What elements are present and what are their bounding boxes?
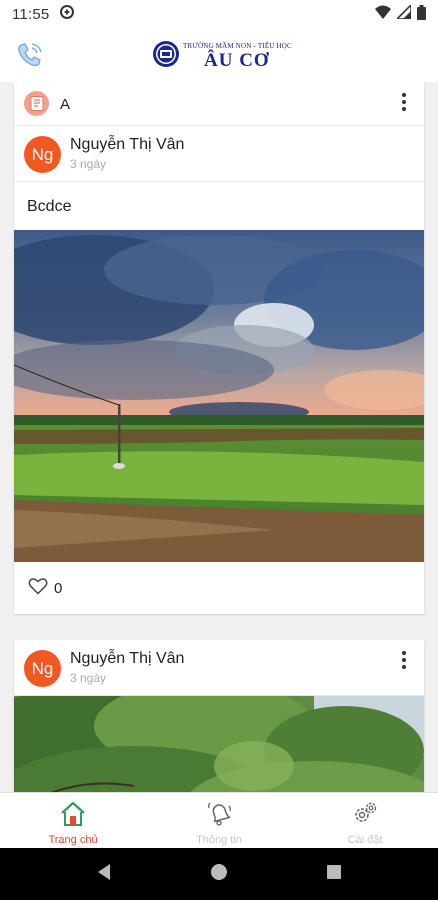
like-heart-icon[interactable] [28,577,48,600]
avatar[interactable]: Ng [24,650,61,687]
post-group-header: A [14,82,424,126]
post-card: A Ng Nguyễn Thị Vân 3 ngày Bcdce 0 [14,82,424,614]
nav-tab-info[interactable]: Thông tin [146,793,292,848]
gears-icon [351,800,379,828]
more-options-button[interactable] [394,646,414,674]
logo-title: ÂU CƠ [204,50,270,71]
status-time: 11:55 [12,5,50,23]
signal-icon [395,3,412,23]
author-name[interactable]: Nguyễn Thị Vân [70,136,184,154]
post-time: 3 ngày [70,157,107,171]
post-time: 3 ngày [70,671,107,685]
recents-icon[interactable] [326,864,342,885]
notebook-icon [24,91,49,116]
news-feed[interactable]: A Ng Nguyễn Thị Vân 3 ngày Bcdce 0 Ng Ng… [0,82,438,792]
post-photo[interactable] [14,696,424,792]
like-count: 0 [54,579,63,597]
system-nav-bar [0,848,438,900]
home-icon [59,800,87,828]
home-circle-icon[interactable] [210,863,228,886]
data-saver-icon [59,4,75,24]
post-author-row: Ng Nguyễn Thị Vân 3 ngày [14,126,424,182]
nav-label-settings: Cài đặt [347,834,383,846]
wifi-icon [375,5,391,23]
more-options-button[interactable] [394,88,414,116]
bell-icon [205,800,233,828]
avatar[interactable]: Ng [24,136,61,173]
author-name[interactable]: Nguyễn Thị Vân [70,650,184,668]
back-icon[interactable] [96,863,112,886]
nav-label-info: Thông tin [196,834,242,846]
bottom-nav: Trang chủ Thông tin Cài đặt [0,792,438,848]
app-header: TRƯỜNG MẦM NON - TIỂU HỌC ÂU CƠ [0,28,438,82]
group-name: A [60,96,71,113]
school-emblem-icon [153,41,179,67]
nav-tab-settings[interactable]: Cài đặt [292,793,438,848]
battery-icon [417,4,426,24]
school-logo: TRƯỜNG MẦM NON - TIỂU HỌC ÂU CƠ [152,38,292,78]
post-text: Bcdce [27,198,72,215]
nav-tab-home[interactable]: Trang chủ [0,793,146,848]
post-photo[interactable] [14,230,424,562]
phone-call-button[interactable] [14,40,44,70]
nav-label-home: Trang chủ [48,834,98,846]
logo-subtitle: TRƯỜNG MẦM NON - TIỂU HỌC [183,42,292,50]
post-author-row: Ng Nguyễn Thị Vân 3 ngày [14,640,424,696]
status-bar: 11:55 [0,0,438,28]
post-actions: 0 [14,562,424,614]
post-card: Ng Nguyễn Thị Vân 3 ngày [14,640,424,792]
phone-icon [18,43,42,67]
